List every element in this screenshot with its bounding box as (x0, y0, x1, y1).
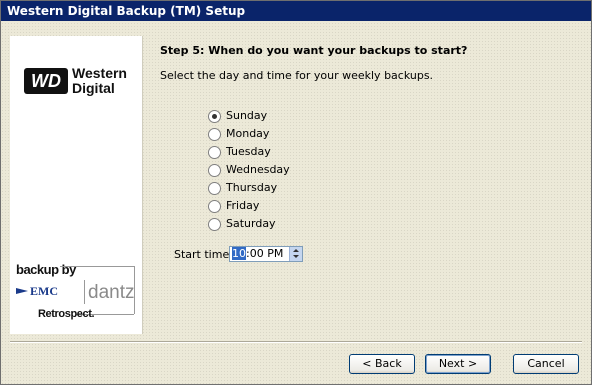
emc-arrow-icon (16, 288, 28, 294)
backup-by-logo: backup by EMC dantz Retrospect. (16, 262, 138, 326)
radio-button[interactable] (208, 200, 221, 213)
wd-logo-word-1: Western (72, 65, 127, 81)
start-time-hour[interactable]: 10 (232, 247, 246, 260)
day-label[interactable]: Thursday (226, 180, 277, 196)
wd-logo-word-2: Digital (72, 80, 115, 96)
cancel-button[interactable]: Cancel (513, 354, 579, 374)
radio-button[interactable] (208, 128, 221, 141)
wd-logo-mark: WD (24, 68, 68, 94)
wd-logo-wordmark: Western Digital (72, 66, 127, 96)
spin-down-icon[interactable] (293, 255, 299, 258)
retrospect-logo-text: Retrospect. (38, 308, 95, 320)
brand-panel: WD Western Digital backup by EMC dantz R… (10, 36, 143, 334)
step-description: Select the day and time for your weekly … (160, 69, 434, 82)
next-button[interactable]: Next > (425, 354, 491, 374)
day-label[interactable]: Monday (226, 126, 269, 142)
day-label[interactable]: Saturday (226, 216, 276, 232)
radio-button[interactable] (208, 218, 221, 231)
back-button[interactable]: < Back (349, 354, 415, 374)
radio-button[interactable] (208, 164, 221, 177)
backup-by-text: backup by (16, 262, 76, 277)
window-title-bar: Western Digital Backup (TM) Setup (1, 1, 591, 21)
day-label[interactable]: Sunday (226, 108, 267, 124)
day-label[interactable]: Wednesday (226, 162, 290, 178)
step-title: Step 5: When do you want your backups to… (160, 44, 468, 57)
start-time-rest[interactable]: :00 PM (246, 247, 283, 260)
day-label[interactable]: Tuesday (226, 144, 271, 160)
window-title: Western Digital Backup (TM) Setup (7, 4, 246, 18)
footer-separator (10, 341, 582, 343)
logo-frame-top (60, 266, 134, 267)
radio-button[interactable] (208, 110, 221, 123)
start-time-label: Start time: (174, 248, 233, 261)
western-digital-logo: WD Western Digital (24, 64, 136, 100)
dantz-logo-text: dantz (88, 282, 135, 303)
time-spinner[interactable] (289, 247, 302, 261)
emc-logo-text: EMC (30, 284, 58, 298)
radio-button[interactable] (208, 182, 221, 195)
radio-button[interactable] (208, 146, 221, 159)
spin-up-icon[interactable] (293, 249, 299, 252)
day-label[interactable]: Friday (226, 198, 259, 214)
logo-divider (84, 280, 85, 304)
